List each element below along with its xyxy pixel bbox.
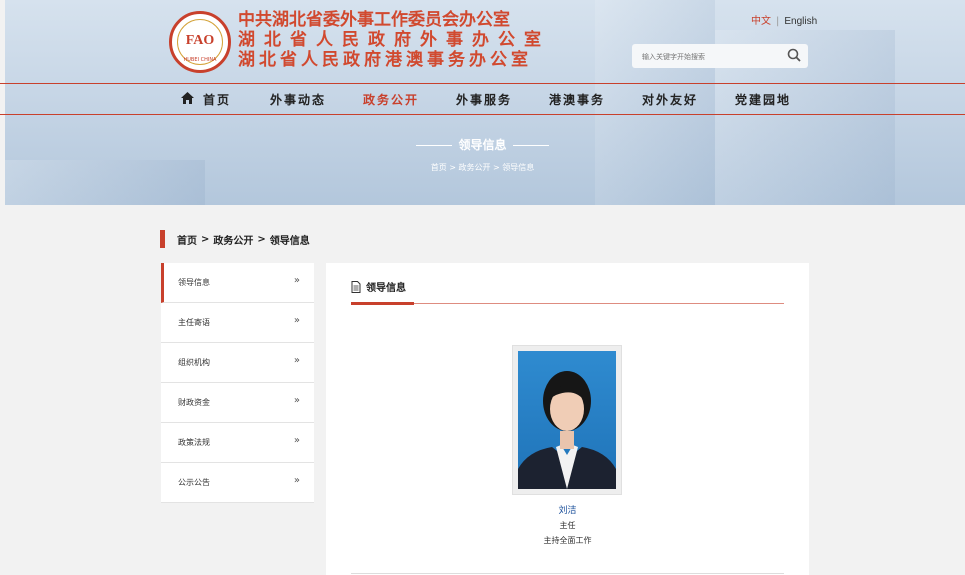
leader-photo-frame[interactable] (512, 345, 622, 495)
sidebar-item-label: 公示公告 (178, 478, 210, 487)
breadcrumb-accent-bar (160, 230, 165, 248)
language-switch: 中文 | English (751, 12, 817, 27)
nav-item-hk-macao-affairs[interactable]: 港澳事务 (549, 91, 605, 108)
org-title-3: 湖北省人民政府港澳事务办公室 (238, 50, 532, 70)
nav-item-foreign-friendship[interactable]: 对外友好 (642, 91, 698, 108)
sidebar: 领导信息 » 主任寄语 » 组织机构 » 财政资金 » 政策法规 » 公示公告 … (161, 263, 314, 503)
content-panel: 领导信息 刘洁 主任 主持全面工作 (326, 263, 809, 575)
search-input[interactable] (640, 48, 784, 66)
banner-title-dash-left (416, 145, 453, 146)
heading-divider (351, 303, 784, 304)
banner-breadcrumb-text: 首页 > 政务公开 > 领导信息 (430, 163, 535, 172)
chevron-double-right-icon: » (293, 475, 300, 486)
sidebar-item-label: 组织机构 (178, 358, 210, 367)
breadcrumb-government-affairs[interactable]: 政务公开 (213, 232, 253, 247)
portrait-illustration (518, 371, 616, 489)
nav-top-line (0, 83, 965, 84)
sidebar-item-label: 财政资金 (178, 398, 210, 407)
sidebar-item-policies[interactable]: 政策法规 » (161, 423, 314, 463)
nav-item-party-building[interactable]: 党建园地 (735, 91, 791, 108)
chevron-double-right-icon: » (293, 355, 300, 366)
chevron-double-right-icon: » (293, 395, 300, 406)
logo-text: FAO (185, 33, 215, 48)
breadcrumb-current: 领导信息 (269, 235, 310, 247)
fao-logo[interactable]: FAO HUBEI CHINA (169, 11, 231, 73)
leader-photo (518, 351, 616, 489)
main-nav: 首页 外事动态 政务公开 外事服务 港澳事务 对外友好 党建园地 (170, 90, 810, 108)
nav-item-foreign-affairs-news[interactable]: 外事动态 (270, 91, 326, 108)
sidebar-item-label: 主任寄语 (178, 318, 210, 327)
banner-title: 领导信息 (0, 136, 965, 153)
content-heading: 领导信息 (351, 279, 406, 294)
logo-subtext: HUBEI CHINA (183, 57, 217, 63)
banner-breadcrumb: 首页 > 政务公开 > 领导信息 (0, 162, 965, 173)
breadcrumb-separator: > (201, 233, 210, 245)
nav-bottom-line (0, 114, 965, 115)
nav-item-government-affairs[interactable]: 政务公开 (363, 91, 419, 108)
banner-title-text: 领导信息 (458, 138, 507, 152)
heading-accent-underline (351, 302, 414, 305)
lang-zh-link[interactable]: 中文 (751, 16, 771, 27)
chevron-double-right-icon: » (293, 435, 300, 446)
chevron-double-right-icon: » (293, 315, 300, 326)
home-icon[interactable] (181, 92, 194, 104)
lang-separator: | (776, 16, 780, 27)
sidebar-item-announcements[interactable]: 公示公告 » (161, 463, 314, 503)
org-titles: 中共湖北省委外事工作委员会办公室 湖北省人民政府外事办公室 湖北省人民政府港澳事… (238, 10, 570, 70)
sidebar-item-organization[interactable]: 组织机构 » (161, 343, 314, 383)
leader-name[interactable]: 刘洁 (326, 503, 809, 516)
sidebar-item-label: 领导信息 (178, 278, 210, 287)
breadcrumb-separator: > (257, 233, 266, 245)
nav-item-home[interactable]: 首页 (203, 91, 231, 108)
document-icon (351, 280, 361, 293)
sidebar-item-label: 政策法规 (178, 438, 210, 447)
chevron-double-right-icon: » (293, 275, 300, 286)
search-box (632, 44, 808, 68)
org-title-1: 中共湖北省委外事工作委员会办公室 (238, 10, 510, 30)
content-bottom-divider (351, 573, 784, 574)
sidebar-item-director-message[interactable]: 主任寄语 » (161, 303, 314, 343)
lang-en-link[interactable]: English (784, 16, 817, 27)
nav-item-foreign-services[interactable]: 外事服务 (456, 91, 512, 108)
leader-duty: 主持全面工作 (543, 536, 592, 545)
sidebar-item-leader-info[interactable]: 领导信息 » (161, 263, 314, 303)
sidebar-item-fiscal-funds[interactable]: 财政资金 » (161, 383, 314, 423)
leader-title: 主任 (559, 521, 576, 530)
breadcrumb-home[interactable]: 首页 (177, 232, 197, 247)
content-heading-text: 领导信息 (366, 283, 406, 294)
search-icon[interactable] (786, 47, 802, 63)
breadcrumb: 首页 > 政务公开 > 领导信息 (160, 230, 310, 248)
banner-title-dash-right (512, 145, 549, 146)
org-title-2: 湖北省人民政府外事办公室 (238, 30, 550, 50)
